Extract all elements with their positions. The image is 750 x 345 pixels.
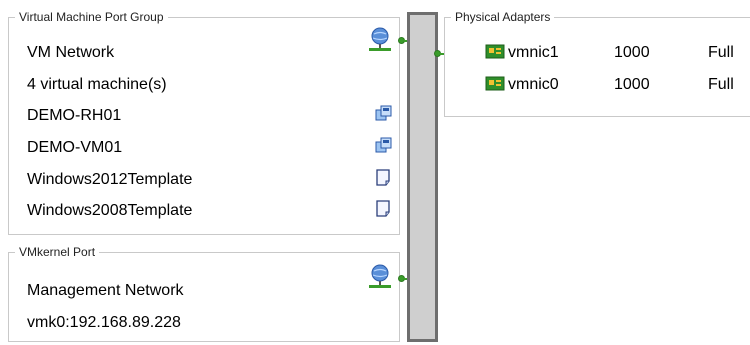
vmkernel-port-group[interactable]: VMkernel Port Management Network vmk0:19… (8, 244, 400, 342)
virtual-switch[interactable] (407, 12, 438, 342)
vm-list-item[interactable]: Windows2012Template (27, 170, 192, 190)
adapter-speed: 1000 (614, 44, 650, 61)
physical-adapters-legend: Physical Adapters (451, 9, 555, 25)
vm-port-group[interactable]: Virtual Machine Port Group VM Network 4 … (8, 9, 400, 235)
physical-adapters-group[interactable]: Physical Adapters vmnic1 1000 Full vmnic… (444, 9, 750, 117)
vm-icon (375, 137, 392, 153)
vmkernel-network-name[interactable]: Management Network (27, 281, 184, 301)
vm-list-item[interactable]: DEMO-VM01 (27, 138, 122, 158)
template-icon (376, 200, 390, 217)
vm-list-item[interactable]: DEMO-RH01 (27, 106, 121, 126)
adapter-speed: 1000 (614, 76, 650, 93)
adapter-duplex: Full (708, 76, 734, 93)
network-adapter-icon (485, 76, 505, 91)
vm-port-group-legend: Virtual Machine Port Group (15, 9, 168, 25)
vm-count: 4 virtual machine(s) (27, 76, 167, 93)
vmkernel-address: vmk0:192.168.89.228 (27, 314, 181, 331)
network-globe-icon[interactable] (365, 262, 395, 292)
adapter-duplex: Full (708, 44, 734, 61)
network-globe-icon[interactable] (365, 25, 395, 55)
vm-icon (375, 105, 392, 121)
template-icon (376, 169, 390, 186)
vmkernel-port-legend: VMkernel Port (15, 244, 100, 260)
vm-list-item[interactable]: Windows2008Template (27, 201, 192, 221)
network-adapter-icon (485, 44, 505, 59)
adapter-name[interactable]: vmnic0 (508, 75, 559, 95)
vm-network-name[interactable]: VM Network (27, 43, 114, 63)
adapter-name[interactable]: vmnic1 (508, 43, 559, 63)
